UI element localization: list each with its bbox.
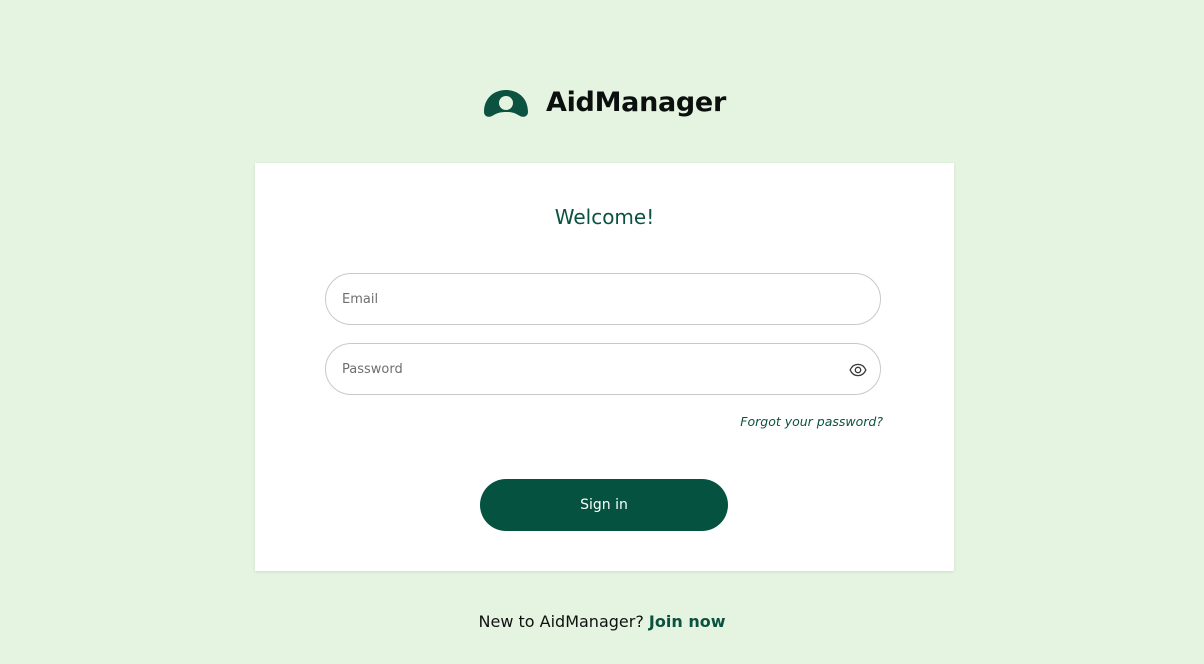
forgot-password-link[interactable]: Forgot your password? bbox=[740, 414, 883, 429]
signup-prompt-text: New to AidManager? bbox=[478, 612, 644, 631]
brand-name: AidManager bbox=[546, 86, 726, 118]
email-input[interactable] bbox=[342, 274, 842, 324]
email-field-container bbox=[325, 273, 881, 325]
password-input[interactable] bbox=[342, 344, 842, 394]
password-field-container bbox=[325, 343, 881, 395]
aidmanager-logo-icon bbox=[484, 90, 528, 117]
eye-icon[interactable] bbox=[849, 361, 867, 379]
welcome-heading: Welcome! bbox=[554, 205, 655, 229]
login-card: Welcome! Forgot your password? Sign in bbox=[255, 163, 954, 571]
app-logo: AidManager bbox=[482, 84, 726, 120]
signup-prompt: New to AidManager? Join now bbox=[0, 612, 1204, 631]
sign-in-button[interactable]: Sign in bbox=[480, 479, 728, 531]
join-now-link[interactable]: Join now bbox=[649, 612, 726, 631]
